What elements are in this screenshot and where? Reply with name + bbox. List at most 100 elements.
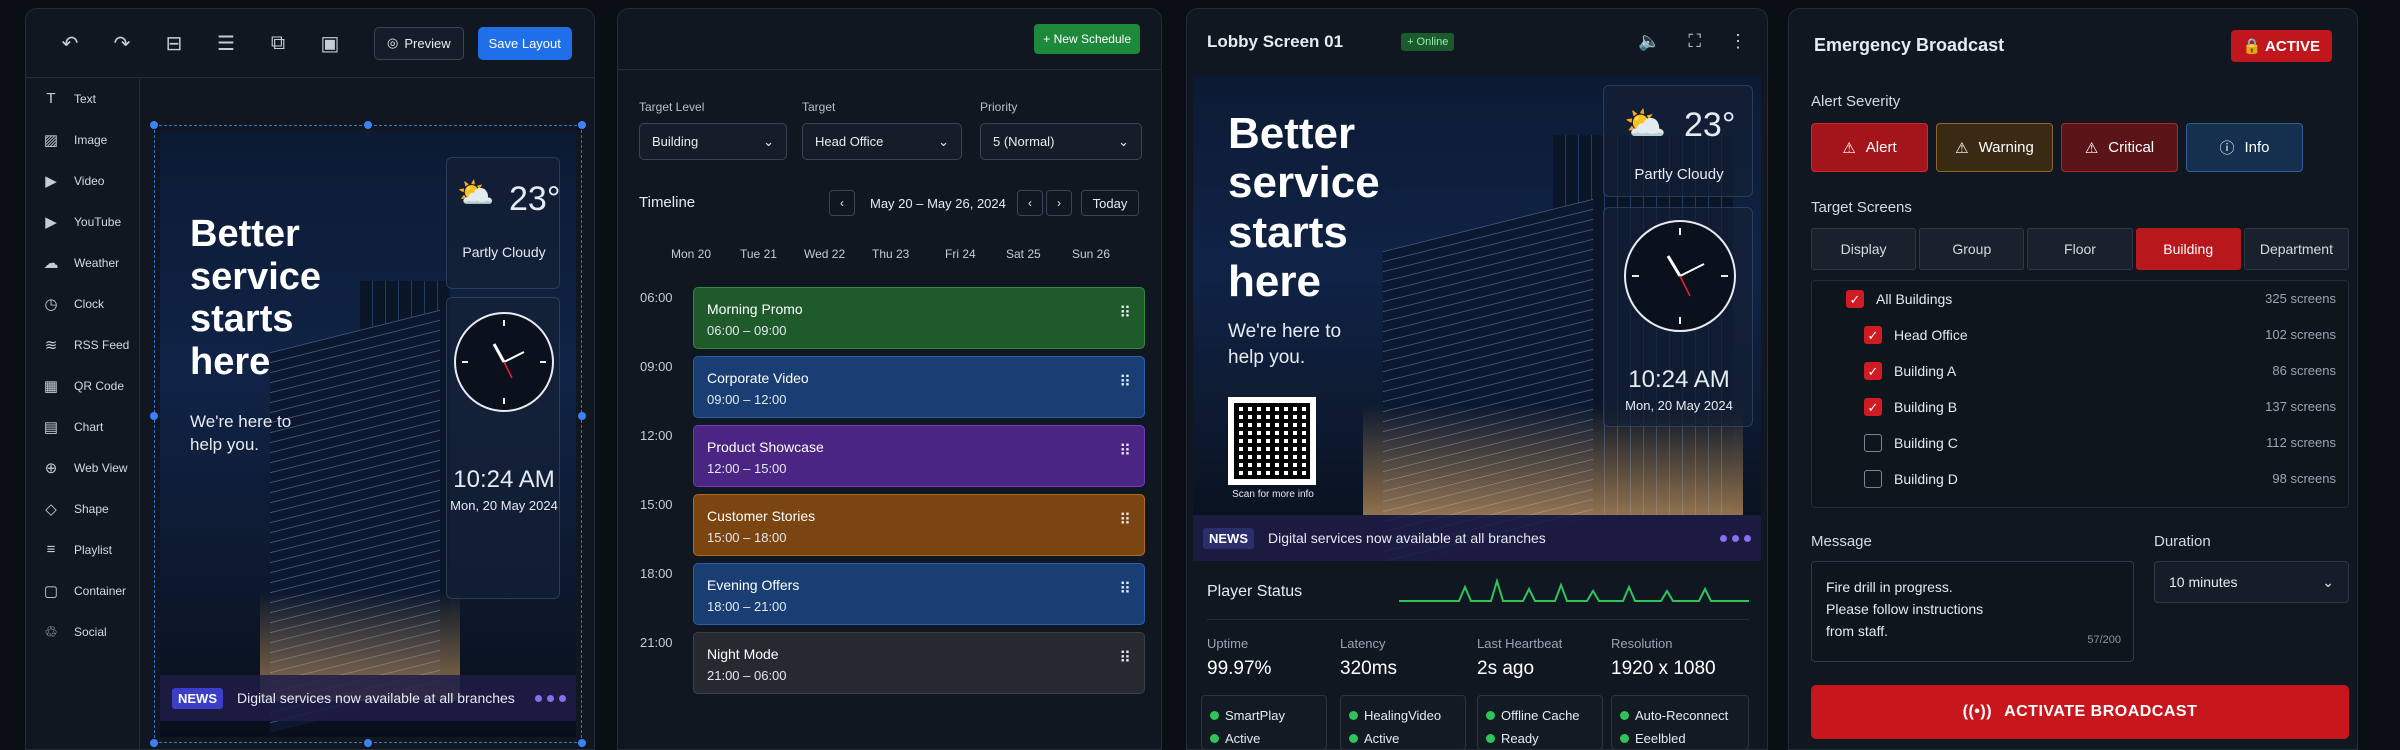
- drag-handle-icon[interactable]: ⠿: [1119, 513, 1131, 529]
- priority-label: Priority: [980, 100, 1018, 114]
- design-canvas[interactable]: Better service starts here We're here to hel…: [140, 78, 594, 749]
- widget-item-rss-feed[interactable]: ≋ RSS Feed: [26, 324, 139, 365]
- target-select[interactable]: Head Office ⌄: [802, 123, 962, 160]
- grid-icon[interactable]: ▣: [304, 23, 356, 63]
- distribute-icon[interactable]: ☰: [200, 23, 252, 63]
- feature-chip: Auto-Reconnect Eeelbled: [1611, 695, 1749, 749]
- chart-icon: ▤: [43, 418, 59, 436]
- clock-widget[interactable]: 10:24 AM Mon, 20 May 2024: [446, 297, 560, 599]
- severity-label: Info: [2244, 139, 2270, 156]
- widget-item-clock[interactable]: ◷ Clock: [26, 283, 139, 324]
- drag-handle-icon[interactable]: ⠿: [1119, 444, 1131, 460]
- drag-handle-icon[interactable]: ⠿: [1119, 306, 1131, 322]
- warning-icon: ⚠: [1842, 139, 1856, 157]
- drag-handle-icon[interactable]: ⠿: [1119, 651, 1131, 667]
- widget-item-image[interactable]: ▨ Image: [26, 119, 139, 160]
- checkbox[interactable]: ✓: [1846, 290, 1864, 308]
- chevron-down-icon: ⌄: [2322, 573, 2334, 590]
- schedule-event[interactable]: Customer Stories 15:00 – 18:00 ⠿: [693, 494, 1145, 556]
- prev-button[interactable]: ‹: [1017, 190, 1043, 216]
- checkbox[interactable]: ✓: [1864, 398, 1882, 416]
- resize-handle[interactable]: [578, 739, 586, 747]
- target-row[interactable]: ✓ Building B 137 screens: [1812, 389, 2350, 425]
- resize-handle[interactable]: [150, 739, 158, 747]
- severity-info-button[interactable]: ⓘ Info: [2186, 123, 2303, 172]
- new-schedule-button[interactable]: + New Schedule: [1034, 24, 1140, 54]
- next-button[interactable]: ›: [1046, 190, 1072, 216]
- tab-group[interactable]: Group: [1919, 228, 2025, 270]
- resize-handle[interactable]: [150, 121, 158, 129]
- undo-icon[interactable]: ↶: [44, 23, 96, 63]
- chip-line: SmartPlay: [1210, 704, 1318, 727]
- duration-select[interactable]: 10 minutes ⌄: [2154, 561, 2349, 603]
- severity-alert-button[interactable]: ⚠ Alert: [1811, 123, 1928, 172]
- widget-item-video[interactable]: ▶ Video: [26, 160, 139, 201]
- tab-department[interactable]: Department: [2243, 228, 2350, 270]
- day-header: Mon 20: [671, 247, 712, 261]
- sign-preview[interactable]: Better service starts here We're here to hel…: [160, 131, 576, 737]
- severity-warning-button[interactable]: ⚠ Warning: [1936, 123, 2053, 172]
- web-view-icon: ⊕: [44, 459, 58, 477]
- message-input[interactable]: Fire drill in progress. Please follow ins…: [1811, 561, 2134, 662]
- activate-broadcast-button[interactable]: ((•)) ACTIVATE BROADCAST: [1811, 685, 2349, 739]
- schedule-event[interactable]: Night Mode 21:00 – 06:00 ⠿: [693, 632, 1145, 694]
- resize-handle[interactable]: [578, 121, 586, 129]
- chip-line: Offline Cache: [1486, 704, 1594, 727]
- more-icon[interactable]: ⋮: [1729, 31, 1747, 52]
- widget-item-chart[interactable]: ▤ Chart: [26, 406, 139, 447]
- widget-item-label: Playlist: [74, 542, 113, 557]
- resize-handle[interactable]: [150, 412, 158, 420]
- priority-select[interactable]: 5 (Normal) ⌄: [980, 123, 1142, 160]
- drag-handle-icon[interactable]: ⠿: [1119, 582, 1131, 598]
- checkbox[interactable]: ✓: [1864, 362, 1882, 380]
- target-row[interactable]: ✓ Building A 86 screens: [1812, 353, 2350, 389]
- target-name: Head Office: [1894, 327, 1968, 343]
- checkbox[interactable]: [1864, 470, 1882, 488]
- schedule-event[interactable]: Product Showcase 12:00 – 15:00 ⠿: [693, 425, 1145, 487]
- widget-item-social[interactable]: ♲ Social: [26, 611, 139, 652]
- tab-building[interactable]: Building: [2135, 228, 2241, 270]
- target-row[interactable]: ✓ Head Office 102 screens: [1812, 317, 2350, 353]
- target-row[interactable]: ✓ All Buildings 325 screens: [1812, 281, 2350, 317]
- widget-item-weather[interactable]: ☁ Weather: [26, 242, 139, 283]
- weather-widget[interactable]: ⛅ 23° Partly Cloudy: [446, 157, 560, 289]
- widget-item-label: Weather: [74, 255, 120, 270]
- layers-icon[interactable]: ⧉: [252, 23, 304, 63]
- schedule-event[interactable]: Evening Offers 18:00 – 21:00 ⠿: [693, 563, 1145, 625]
- save-layout-button[interactable]: Save Layout: [477, 26, 572, 60]
- fullscreen-icon[interactable]: ⛶: [1688, 31, 1701, 52]
- checkbox[interactable]: [1864, 434, 1882, 452]
- target-row[interactable]: Building C 112 screens: [1812, 425, 2350, 461]
- heartbeat-sparkline: [1399, 577, 1749, 602]
- severity-critical-button[interactable]: ⚠ Critical: [2061, 123, 2178, 172]
- schedule-event[interactable]: Corporate Video 09:00 – 12:00 ⠿: [693, 356, 1145, 418]
- timeline-title: Timeline: [639, 194, 696, 211]
- preview-button[interactable]: ◎ Preview: [374, 26, 464, 60]
- resize-handle[interactable]: [578, 412, 586, 420]
- checkbox[interactable]: ✓: [1864, 326, 1882, 344]
- sign-subline: We're here to help you.: [190, 412, 292, 454]
- resize-handle[interactable]: [364, 739, 372, 747]
- status-badge: + Online: [1401, 33, 1455, 51]
- target-level-select[interactable]: Building ⌄: [639, 123, 787, 160]
- widget-item-youtube[interactable]: ▶ YouTube: [26, 201, 139, 242]
- tab-floor[interactable]: Floor: [2027, 228, 2133, 270]
- widget-item-text[interactable]: T Text: [26, 78, 139, 119]
- schedule-event[interactable]: Morning Promo 06:00 – 09:00 ⠿: [693, 287, 1145, 349]
- day-header: Sat 25: [1006, 247, 1041, 261]
- prev-week-button[interactable]: ‹: [829, 190, 855, 216]
- volume-icon[interactable]: 🔈: [1638, 31, 1660, 52]
- target-row[interactable]: Building D 98 screens: [1812, 461, 2350, 497]
- tab-display[interactable]: Display: [1811, 228, 1917, 270]
- widget-item-container[interactable]: ▢ Container: [26, 570, 139, 611]
- widget-item-qr-code[interactable]: ▦ QR Code: [26, 365, 139, 406]
- resize-handle[interactable]: [364, 121, 372, 129]
- align-icon[interactable]: ⊟: [148, 23, 200, 63]
- drag-handle-icon[interactable]: ⠿: [1119, 375, 1131, 391]
- widget-item-web-view[interactable]: ⊕ Web View: [26, 447, 139, 488]
- today-button[interactable]: Today: [1081, 190, 1139, 216]
- severity-label: Warning: [1978, 139, 2034, 156]
- widget-item-shape[interactable]: ◇ Shape: [26, 488, 139, 529]
- widget-item-playlist[interactable]: ≡ Playlist: [26, 529, 139, 570]
- redo-icon[interactable]: ↷: [96, 23, 148, 63]
